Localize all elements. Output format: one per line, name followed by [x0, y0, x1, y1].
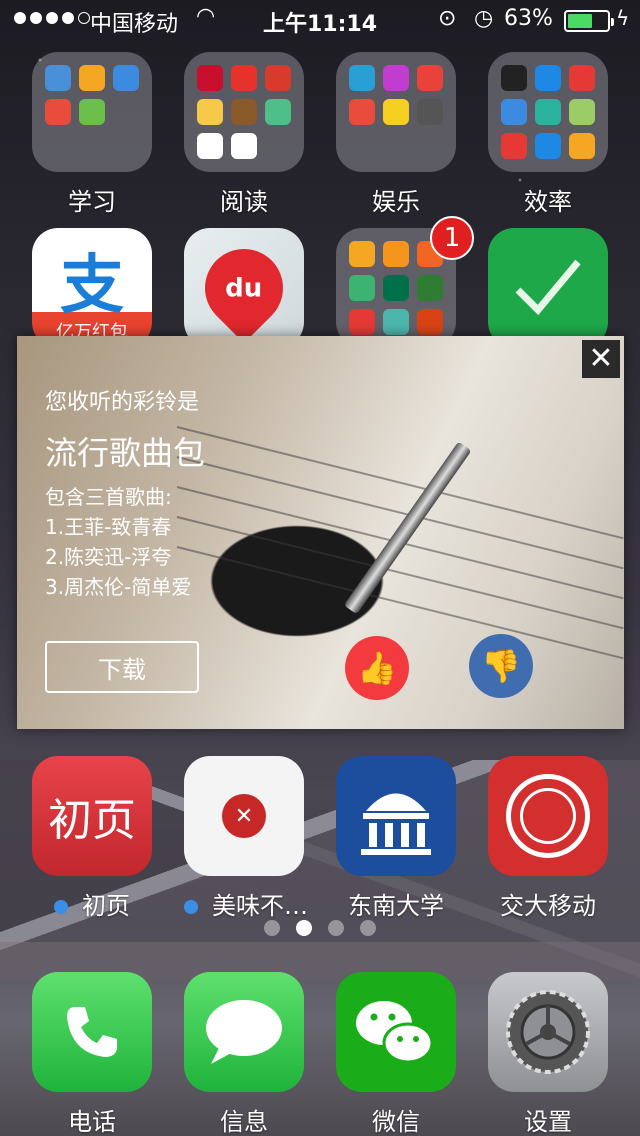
- alarm-icon: ◷: [474, 6, 494, 31]
- folder-life[interactable]: 1: [336, 216, 474, 348]
- app-todo[interactable]: [488, 228, 608, 348]
- rotation-lock-icon: ⊙: [438, 6, 457, 31]
- app-phone[interactable]: 电话: [32, 972, 152, 1136]
- university-building-icon: [336, 756, 456, 876]
- app-label: 学习: [68, 188, 116, 216]
- sjtu-seal-icon: [488, 756, 608, 876]
- thumbs-up-icon[interactable]: 👍: [345, 636, 409, 700]
- app-sjtu[interactable]: 交大移动: [488, 756, 608, 921]
- app-seu[interactable]: 东南大学: [336, 756, 456, 921]
- app-label: 设置: [524, 1108, 572, 1136]
- folder-icon: [336, 52, 456, 172]
- app-label: 交大移动: [500, 892, 596, 920]
- song-list-heading: 包含三首歌曲:: [45, 485, 172, 509]
- ringtone-popup: ✕ 您收听的彩铃是 流行歌曲包 包含三首歌曲: 1.王菲-致青春 2.陈奕迅-浮…: [17, 336, 624, 729]
- phone-icon: [32, 972, 152, 1092]
- music-note-graphic: [343, 441, 472, 615]
- message-bubble-icon: [184, 972, 304, 1092]
- app-label: 电话: [68, 1108, 116, 1136]
- charging-icon: ϟ: [616, 6, 630, 30]
- app-label: 信息: [220, 1108, 268, 1136]
- chuye-icon: 初页: [32, 756, 152, 876]
- app-label: 微信: [372, 1108, 420, 1136]
- wechat-icon: [336, 972, 456, 1092]
- page-dot[interactable]: [328, 920, 344, 936]
- battery-icon: [564, 10, 614, 32]
- folder-icon: [488, 52, 608, 172]
- page-indicator[interactable]: [0, 920, 640, 936]
- alipay-icon: 支 亿万红包: [32, 228, 152, 348]
- page-dot[interactable]: [296, 920, 312, 936]
- status-bar: 中国移动 ◠ 上午11:14 ⊙ ◷ 63% ϟ: [0, 0, 640, 40]
- download-button[interactable]: 下载: [45, 641, 199, 693]
- popup-title: 流行歌曲包: [45, 434, 206, 472]
- folder-icon: [184, 52, 304, 172]
- app-label: 东南大学: [348, 892, 444, 920]
- song-item: 1.王菲-致青春: [45, 515, 172, 539]
- folder-entertainment[interactable]: 娱乐: [336, 52, 456, 217]
- popup-intro: 您收听的彩铃是: [45, 390, 200, 415]
- thumbs-down-icon[interactable]: 👎: [469, 634, 533, 698]
- folder-icon: [32, 52, 152, 172]
- fork-knife-icon: ✕: [184, 756, 304, 876]
- app-label: 阅读: [220, 188, 268, 216]
- folder-reading[interactable]: 阅读: [184, 52, 304, 217]
- app-chuye[interactable]: 初页 初页: [32, 756, 152, 921]
- app-settings[interactable]: 设置: [488, 972, 608, 1136]
- app-label: 效率: [524, 188, 572, 216]
- battery-percent: 63%: [504, 6, 553, 31]
- notification-badge: 1: [430, 216, 474, 260]
- app-meiwei[interactable]: ✕ 美味不…: [184, 756, 308, 921]
- app-baidu-map[interactable]: du: [184, 228, 304, 348]
- close-button[interactable]: ✕: [582, 340, 620, 378]
- song-item: 2.陈奕迅-浮夸: [45, 545, 172, 569]
- checkmark-icon: [488, 228, 608, 348]
- page-dot[interactable]: [360, 920, 376, 936]
- app-alipay[interactable]: 支 亿万红包: [32, 228, 152, 348]
- app-label: 娱乐: [372, 188, 420, 216]
- folder-efficiency[interactable]: 效率: [488, 52, 608, 217]
- app-label: 美味不…: [184, 886, 308, 921]
- song-item: 3.周杰伦-简单爱: [45, 575, 192, 599]
- song-list: 包含三首歌曲: 1.王菲-致青春 2.陈奕迅-浮夸 3.周杰伦-简单爱: [45, 482, 191, 602]
- map-pin-icon: du: [184, 228, 304, 348]
- app-wechat[interactable]: 微信: [336, 972, 456, 1136]
- page-dot[interactable]: [264, 920, 280, 936]
- folder-study[interactable]: 学习: [32, 52, 152, 217]
- app-messages[interactable]: 信息: [184, 972, 304, 1136]
- app-label: 初页: [32, 886, 152, 921]
- gear-icon: [488, 972, 608, 1092]
